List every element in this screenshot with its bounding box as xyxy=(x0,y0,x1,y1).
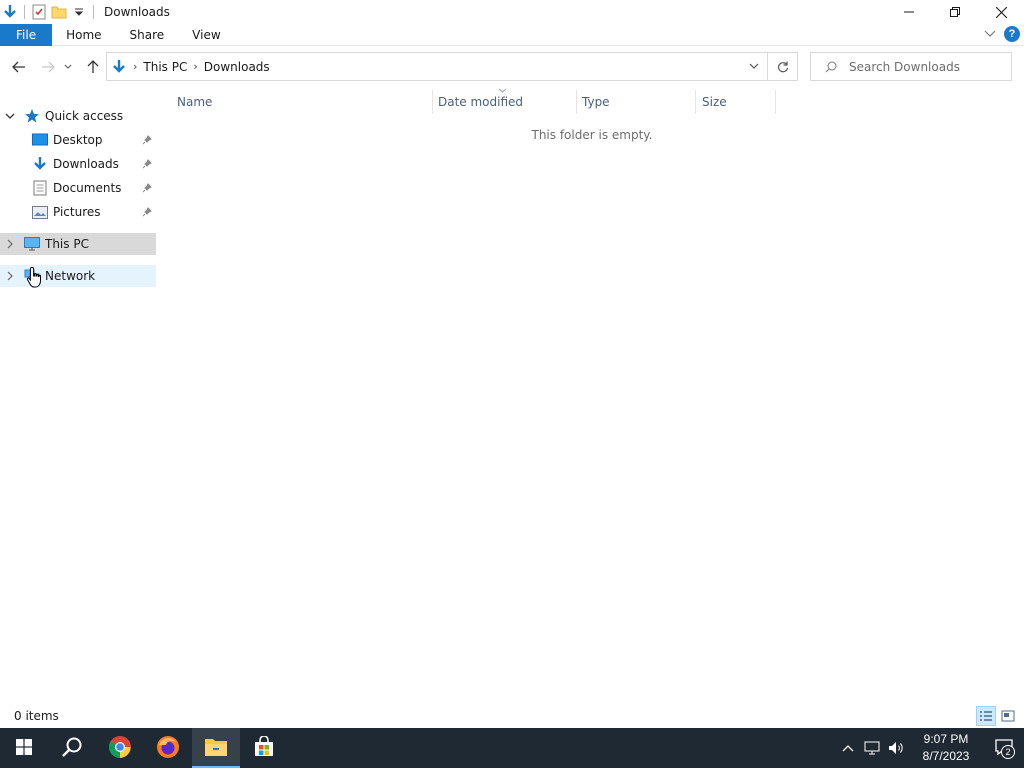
clock-time: 9:07 PM xyxy=(923,732,969,746)
nav-this-pc-label: This PC xyxy=(45,237,89,251)
help-icon[interactable]: ? xyxy=(1004,26,1020,42)
this-pc-icon xyxy=(24,236,40,252)
forward-button[interactable] xyxy=(36,55,60,79)
star-icon xyxy=(24,108,40,124)
nav-network-label: Network xyxy=(45,269,96,283)
downloads-location-icon xyxy=(111,59,127,75)
tab-view[interactable]: View xyxy=(178,24,234,46)
pictures-icon xyxy=(32,204,48,220)
breadcrumb-separator-icon[interactable]: › xyxy=(193,60,197,73)
expand-chevron-icon[interactable] xyxy=(0,271,20,281)
status-bar: 0 items xyxy=(0,704,1024,728)
volume-icon[interactable] xyxy=(884,728,908,768)
hand-cursor-icon xyxy=(26,266,44,293)
minimize-button[interactable] xyxy=(886,0,932,24)
taskbar-chrome[interactable] xyxy=(96,728,144,768)
recent-locations-button[interactable] xyxy=(60,55,76,79)
start-icon xyxy=(16,738,32,758)
expand-ribbon-chevron-icon[interactable] xyxy=(984,27,996,41)
new-folder-icon[interactable] xyxy=(51,4,67,20)
details-view-button[interactable] xyxy=(976,706,996,726)
search-icon xyxy=(825,61,837,73)
downloads-icon xyxy=(32,156,48,172)
taskbar-file-explorer[interactable] xyxy=(192,728,240,768)
column-header-type[interactable]: Type xyxy=(576,90,610,114)
address-history-dropdown-icon[interactable] xyxy=(749,63,759,70)
nav-network[interactable]: Network xyxy=(0,265,156,287)
taskbar-firefox[interactable] xyxy=(144,728,192,768)
search-box[interactable] xyxy=(810,52,1012,81)
notification-count-badge: 2 xyxy=(1001,745,1015,759)
breadcrumb-this-pc[interactable]: This PC xyxy=(143,60,187,74)
tab-share[interactable]: Share xyxy=(116,24,179,46)
pin-icon[interactable] xyxy=(142,134,152,148)
address-bar[interactable]: › This PC › Downloads xyxy=(106,52,768,81)
properties-icon[interactable] xyxy=(31,4,47,20)
taskbar-clock[interactable]: 9:07 PM 8/7/2023 xyxy=(908,731,984,765)
pin-icon[interactable] xyxy=(142,206,152,220)
nav-item-label: Documents xyxy=(53,181,122,195)
network-status-icon[interactable] xyxy=(860,728,884,768)
search-icon xyxy=(61,736,83,761)
toolbar-divider xyxy=(93,5,94,19)
customize-toolbar-dropdown-icon[interactable] xyxy=(71,4,87,20)
breadcrumb-separator-icon[interactable]: › xyxy=(133,60,137,73)
documents-icon xyxy=(32,180,48,196)
pin-icon[interactable] xyxy=(142,158,152,172)
navigation-bar: › This PC › Downloads xyxy=(0,46,1024,88)
nav-this-pc[interactable]: This PC xyxy=(0,233,156,255)
column-divider[interactable] xyxy=(775,90,776,114)
clock-date: 8/7/2023 xyxy=(922,749,970,763)
nav-item-desktop[interactable]: Desktop xyxy=(0,129,156,151)
tab-file[interactable]: File xyxy=(0,23,53,46)
desktop-icon xyxy=(32,132,48,148)
chrome-icon xyxy=(108,735,132,762)
start-button[interactable] xyxy=(0,728,48,768)
firefox-icon xyxy=(156,735,180,762)
action-center-button[interactable]: 2 xyxy=(984,728,1024,768)
collapse-chevron-icon[interactable] xyxy=(0,113,20,120)
empty-folder-message: This folder is empty. xyxy=(531,128,653,142)
nav-item-label: Pictures xyxy=(53,205,101,219)
pin-icon[interactable] xyxy=(142,182,152,196)
nav-item-pictures[interactable]: Pictures xyxy=(0,201,156,223)
search-input[interactable] xyxy=(849,59,1009,74)
quick-access-toolbar xyxy=(0,0,100,24)
tab-home[interactable]: Home xyxy=(52,24,115,46)
show-hidden-icons-button[interactable] xyxy=(836,728,860,768)
nav-item-label: Downloads xyxy=(53,157,119,171)
close-button[interactable] xyxy=(978,0,1024,24)
navigation-pane: Quick access Desktop Downloads Documents xyxy=(0,88,157,704)
nav-quick-access-label: Quick access xyxy=(45,109,124,123)
column-header-name[interactable]: Name xyxy=(171,90,212,114)
view-switcher xyxy=(976,706,1018,726)
item-count: 0 items xyxy=(14,709,59,723)
nav-item-documents[interactable]: Documents xyxy=(0,177,156,199)
window-controls xyxy=(886,0,1024,24)
taskbar: 9:07 PM 8/7/2023 2 xyxy=(0,728,1024,768)
window-title: Downloads xyxy=(104,5,170,19)
refresh-button[interactable] xyxy=(768,52,798,81)
breadcrumb-downloads[interactable]: Downloads xyxy=(204,60,270,74)
ribbon-tabs: File Home Share View ? xyxy=(0,23,1024,46)
ribbon-right-controls: ? xyxy=(984,26,1020,42)
title-bar: Downloads xyxy=(0,0,1024,24)
downloads-folder-icon xyxy=(2,4,18,20)
file-explorer-icon xyxy=(204,737,228,760)
store-icon xyxy=(253,734,275,761)
back-button[interactable] xyxy=(7,55,31,79)
taskbar-store[interactable] xyxy=(240,728,288,768)
column-header-size[interactable]: Size xyxy=(696,90,727,114)
restore-button[interactable] xyxy=(932,0,978,24)
column-header-date-modified[interactable]: Date modified xyxy=(432,90,523,114)
up-button[interactable] xyxy=(81,55,105,79)
expand-chevron-icon[interactable] xyxy=(0,239,20,249)
large-icons-view-button[interactable] xyxy=(998,706,1018,726)
nav-item-label: Desktop xyxy=(53,133,103,147)
nav-item-downloads[interactable]: Downloads xyxy=(0,153,156,175)
taskbar-search-button[interactable] xyxy=(48,728,96,768)
nav-quick-access[interactable]: Quick access xyxy=(0,105,156,127)
toolbar-divider xyxy=(24,5,25,19)
system-tray: 9:07 PM 8/7/2023 2 xyxy=(836,728,1024,768)
